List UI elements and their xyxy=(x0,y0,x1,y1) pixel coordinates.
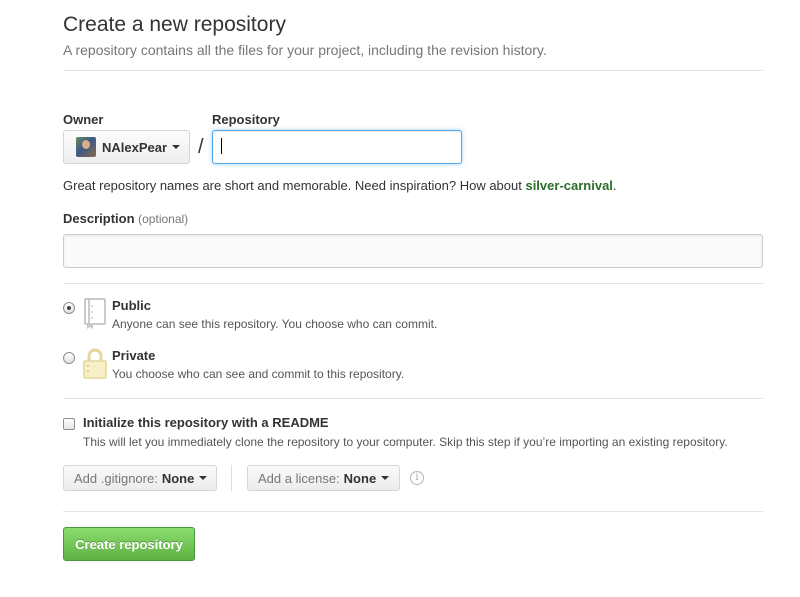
visibility-divider xyxy=(63,398,763,399)
owner-label: Owner xyxy=(63,112,104,127)
private-text: Private You choose who can see and commi… xyxy=(112,348,404,382)
owner-name: NAlexPear xyxy=(102,139,168,155)
name-hint-end: . xyxy=(612,178,617,193)
name-suggestion-link[interactable]: silver-carnival xyxy=(525,178,612,193)
caret-down-icon xyxy=(172,145,181,149)
visibility-public-option[interactable]: Public Anyone can see this repository. Y… xyxy=(63,298,437,332)
license-value: None xyxy=(343,470,377,486)
owner-field: Owner NAlexPear / xyxy=(63,112,204,164)
caret-down-icon xyxy=(199,476,208,480)
public-radio[interactable] xyxy=(63,302,75,314)
readme-title: Initialize this repository with a README xyxy=(83,415,329,430)
public-description: Anyone can see this repository. You choo… xyxy=(112,317,438,331)
description-label: Description (optional) xyxy=(63,211,188,226)
info-icon[interactable]: i xyxy=(410,471,424,485)
create-repository-button[interactable]: Create repository xyxy=(63,527,195,561)
caret-down-icon xyxy=(381,476,390,480)
owner-repo-separator: / xyxy=(198,136,204,158)
page-title: Create a new repository xyxy=(63,13,286,36)
user-avatar xyxy=(76,137,96,157)
description-optional: (optional) xyxy=(138,212,189,226)
owner-dropdown-button[interactable]: NAlexPear xyxy=(63,130,190,164)
repository-name-field: Repository name xyxy=(212,112,462,164)
options-divider xyxy=(63,511,763,512)
select-separator xyxy=(231,465,232,491)
license-label: Add a license: xyxy=(258,470,340,486)
text-cursor xyxy=(221,138,222,154)
readme-option[interactable]: Initialize this repository with a README… xyxy=(63,415,728,450)
repository-name-input[interactable] xyxy=(212,130,462,164)
lock-icon xyxy=(83,348,107,380)
visibility-private-option[interactable]: Private You choose who can see and commi… xyxy=(63,348,404,382)
private-title: Private xyxy=(112,348,156,363)
name-hint-text: Great repository names are short and mem… xyxy=(63,178,526,193)
new-repository-form: Create a new repository A repository con… xyxy=(63,12,763,561)
public-text: Public Anyone can see this repository. Y… xyxy=(112,298,437,332)
readme-checkbox[interactable] xyxy=(63,418,75,430)
description-divider xyxy=(63,283,763,284)
name-hint: Great repository names are short and mem… xyxy=(63,178,617,193)
readme-description: This will let you immediately clone the … xyxy=(83,435,728,449)
description-label-text: Description xyxy=(63,211,135,226)
gitignore-label: Add .gitignore: xyxy=(74,470,158,486)
page-subtitle: A repository contains all the files for … xyxy=(63,42,547,58)
license-select-button[interactable]: Add a license: None xyxy=(247,465,400,491)
public-title: Public xyxy=(112,298,152,313)
description-input[interactable] xyxy=(63,234,763,268)
readme-text: Initialize this repository with a README… xyxy=(83,415,728,450)
gitignore-select-button[interactable]: Add .gitignore: None xyxy=(63,465,217,491)
book-icon xyxy=(83,298,107,330)
gitignore-value: None xyxy=(161,470,195,486)
header-divider xyxy=(63,70,763,71)
private-description: You choose who can see and commit to thi… xyxy=(112,367,405,381)
private-radio[interactable] xyxy=(63,352,75,364)
